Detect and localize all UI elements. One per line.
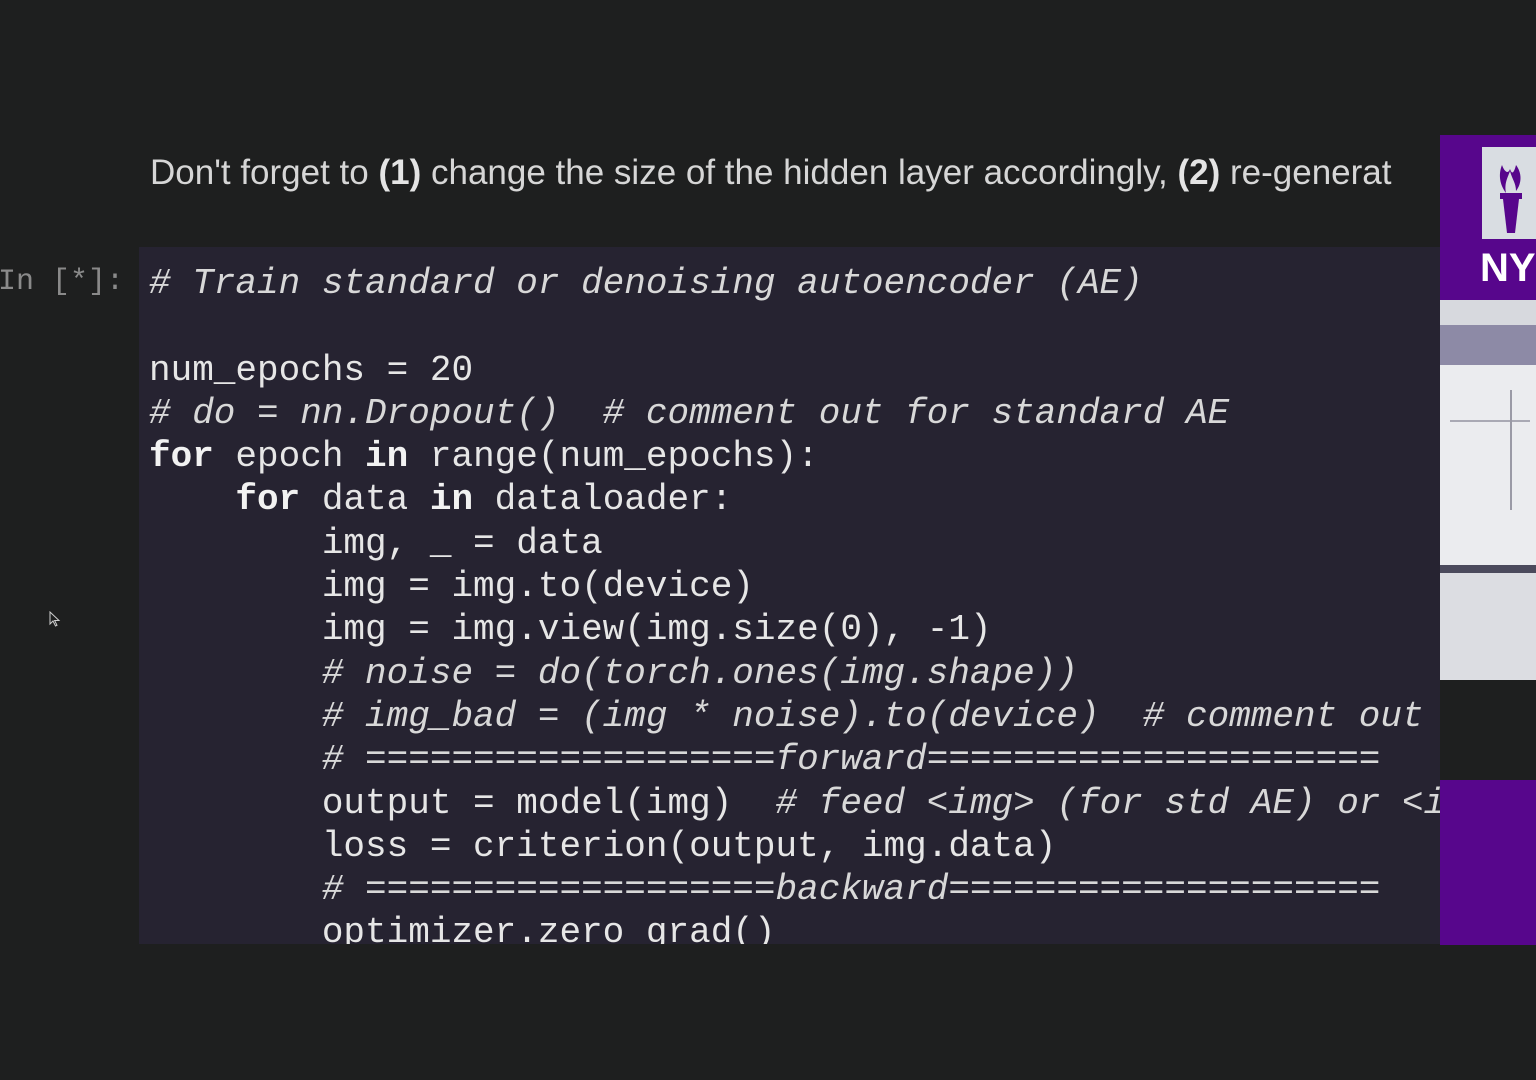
code-line: img, _ = data: [149, 522, 603, 564]
code-editor[interactable]: # Train standard or denoising autoencode…: [149, 262, 1440, 944]
code-line: output = model(img) # feed <img> (for st…: [149, 782, 1440, 824]
code-line: optimizer.zero_grad(): [149, 912, 776, 944]
code-line: # Train standard or denoising autoencode…: [149, 263, 1143, 304]
markdown-instruction-text: Don't forget to (1) change the size of t…: [150, 153, 1392, 192]
code-line: # ===================backward===========…: [321, 869, 1381, 911]
code-line: img = img.view(img.size(0), -1): [149, 609, 992, 651]
code-line: # ===================forward============…: [321, 739, 1381, 781]
code-line: # do = nn.Dropout() # comment out for st…: [149, 392, 1230, 434]
nyu-logo-block: NY: [1440, 135, 1536, 300]
code-line: img = img.to(device): [149, 566, 754, 608]
code-cell[interactable]: # Train standard or denoising autoencode…: [139, 247, 1440, 944]
nyu-torch-logo-icon: [1482, 147, 1536, 239]
code-line: for epoch in range(num_epochs):: [149, 436, 819, 478]
cell-execution-prompt: In [*]:: [0, 265, 124, 299]
presenter-video-frame: [1440, 300, 1536, 680]
nyu-logo-text: NY: [1480, 246, 1536, 290]
code-line: for data in dataloader:: [235, 479, 733, 521]
code-line: # noise = do(torch.ones(img.shape)): [321, 652, 1078, 694]
code-line: # img_bad = (img * noise).to(device) # c…: [321, 695, 1424, 737]
video-presenter-sidebar: NY: [1440, 135, 1536, 945]
code-line: loss = criterion(output, img.data): [149, 825, 1057, 867]
mouse-pointer-icon: [49, 611, 61, 627]
code-line: num_epochs = 20: [149, 349, 474, 391]
nyu-purple-panel: [1440, 780, 1536, 945]
